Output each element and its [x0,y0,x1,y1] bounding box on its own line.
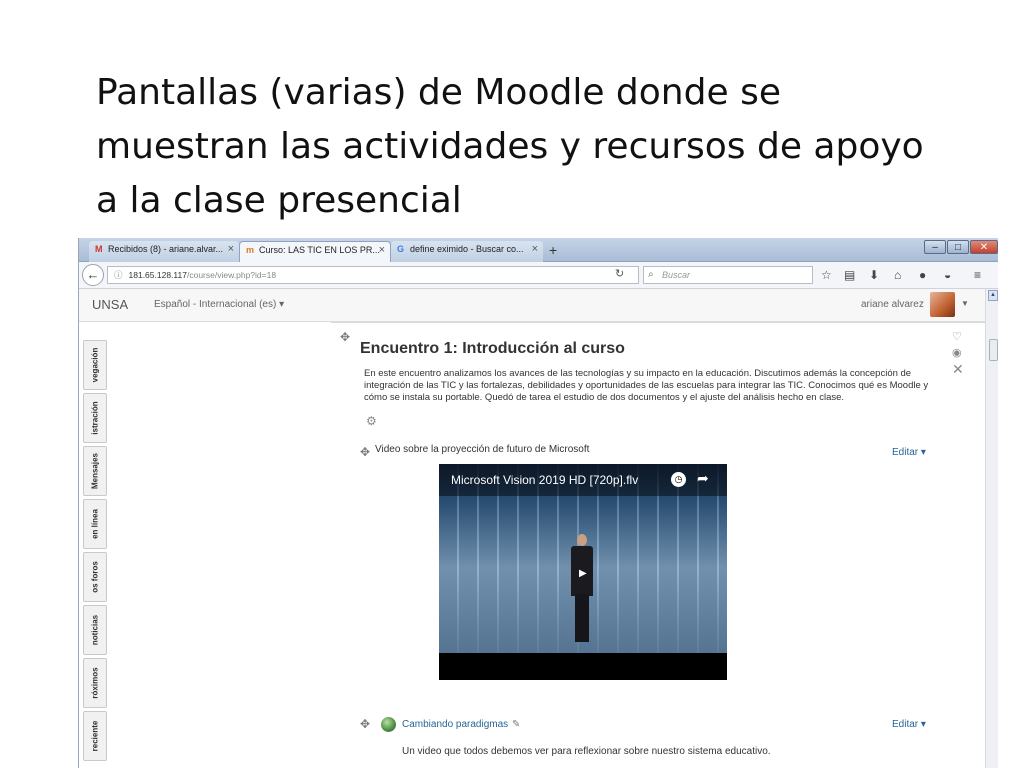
activity-label: Video sobre la proyección de futuro de M… [375,444,590,455]
reading-list-icon[interactable]: ▤ [844,268,855,282]
move-icon[interactable]: ✥ [340,330,350,344]
tab-bar: M Recibidos (8) - ariane.alvar... × m Curs… [79,238,998,262]
dock-tab-label: vegación [90,347,100,383]
user-name[interactable]: ariane alvarez [861,299,924,310]
close-icon[interactable]: × [379,244,385,256]
dock-tab-label: noticias [90,614,100,646]
share-icon[interactable]: ➦ [697,470,709,487]
scroll-up-icon[interactable]: ▲ [988,290,998,301]
pocket-icon[interactable]: ◒ [944,268,951,282]
video-title-bar: Microsoft Vision 2019 HD [720p].flv ◷ ➦ [439,464,727,496]
tab-google-search[interactable]: Gdefine eximido - Buscar co... × [391,241,543,262]
moodle-icon: m [246,245,255,255]
language-menu[interactable]: Español - Internacional (es) ▾ [154,299,284,310]
search-placeholder: Buscar [662,270,691,280]
navigation-bar: ← ⓘ 181.65.128.117/course/view.php?id=18 … [79,262,998,289]
dock-tab-foros[interactable]: os foros [83,552,107,602]
info-icon[interactable]: ⓘ [114,270,123,280]
dock-tab-label: Mensajes [90,452,100,490]
dock-tab-en-linea[interactable]: en línea [83,499,107,549]
moodle-header: UNSA Español - Internacional (es) ▾ aria… [79,289,985,322]
back-button[interactable]: ← [82,264,104,286]
tab-label: define eximido - Buscar co... [410,244,524,254]
search-icon: ⌕ [648,269,654,280]
new-tab-button[interactable]: + [549,242,557,258]
chevron-down-icon[interactable]: ▼ [961,299,969,308]
tab-label: Recibidos (8) - ariane.alvar... [108,244,224,254]
dock-tab-reciente[interactable]: reciente [83,711,107,761]
scroll-thumb[interactable] [989,339,998,361]
download-icon[interactable]: ⬇ [869,268,879,282]
content-divider [331,322,985,323]
close-icon[interactable]: ✕ [952,361,964,378]
scrollbar[interactable]: ▲ [985,289,998,768]
url-path: /course/view.php?id=18 [186,270,277,280]
dock-tab-label: istración [90,401,100,435]
slide: Pantallas (varias) de Moodle donde se mu… [0,0,1024,768]
maximize-button[interactable]: □ [947,240,969,254]
pencil-icon[interactable]: ✎ [512,719,520,730]
video-title[interactable]: Microsoft Vision 2019 HD [720p].flv [451,473,638,487]
section-title: Encuentro 1: Introducción al curso [360,340,625,357]
presenter-figure [569,534,595,642]
section-summary: En este encuentro analizamos los avances… [364,368,929,403]
close-window-button[interactable]: ✕ [970,240,998,254]
chat-icon[interactable]: ● [919,268,926,282]
slide-title: Pantallas (varias) de Moodle donde se mu… [96,66,976,228]
home-icon[interactable]: ⌂ [894,268,901,282]
slide-title-line: Pantallas (varias) de Moodle donde se [96,72,781,113]
tab-course[interactable]: m Curso: LAS TIC EN LOS PR... × [239,241,391,262]
edit-menu[interactable]: Editar ▾ [892,719,926,730]
search-input[interactable]: ⌕ Buscar [643,266,813,284]
tab-label: Curso: LAS TIC EN LOS PR... [259,245,380,255]
play-icon[interactable]: ▶ [579,568,587,579]
tab-gmail[interactable]: M Recibidos (8) - ariane.alvar... × [89,241,239,262]
dock-tab-mensajes[interactable]: Mensajes [83,446,107,496]
browser-screenshot: M Recibidos (8) - ariane.alvar... × m Curs… [78,238,998,768]
url-resource-icon [381,717,396,732]
address-bar[interactable]: ⓘ 181.65.128.117/course/view.php?id=18 [107,266,639,284]
dock-tab-label: os foros [90,561,100,593]
move-icon[interactable]: ✥ [360,717,370,731]
edit-menu[interactable]: Editar ▾ [892,447,926,458]
dock-tab-label: róximos [90,667,100,699]
dock-tab-noticias[interactable]: noticias [83,605,107,655]
dock-tab-proximos[interactable]: róximos [83,658,107,708]
slide-title-line: muestran las actividades y recursos de a… [96,126,924,167]
move-icon[interactable]: ✥ [360,445,370,459]
close-icon[interactable]: × [532,243,538,255]
highlight-icon[interactable]: ♡ [952,330,962,343]
video-embed[interactable]: Microsoft Vision 2019 HD [720p].flv ◷ ➦ … [439,464,727,680]
gear-icon[interactable]: ⚙ [366,414,377,428]
activity-description: Un video que todos debemos ver para refl… [402,746,771,757]
close-icon[interactable]: × [228,243,234,255]
reload-icon[interactable]: ↻ [615,267,624,280]
dock-tab-label: en línea [90,509,100,539]
slide-title-line: a la clase presencial [96,180,462,221]
avatar[interactable] [930,292,955,317]
dock-tab-label: reciente [90,720,100,752]
dock-tab-navegacion[interactable]: vegación [83,340,107,390]
menu-icon[interactable]: ≡ [974,268,981,282]
url-host: 181.65.128.117 [128,270,187,280]
activity-link[interactable]: Cambiando paradigmas [402,719,508,730]
bookmark-star-icon[interactable]: ☆ [821,268,832,282]
site-name[interactable]: UNSA [92,297,128,312]
minimize-button[interactable]: – [924,240,946,254]
gmail-icon: M [95,244,103,254]
dock-tab-administracion[interactable]: istración [83,393,107,443]
eye-icon[interactable]: ◉ [952,346,962,359]
google-icon: G [397,244,405,254]
clock-icon[interactable]: ◷ [671,472,686,487]
